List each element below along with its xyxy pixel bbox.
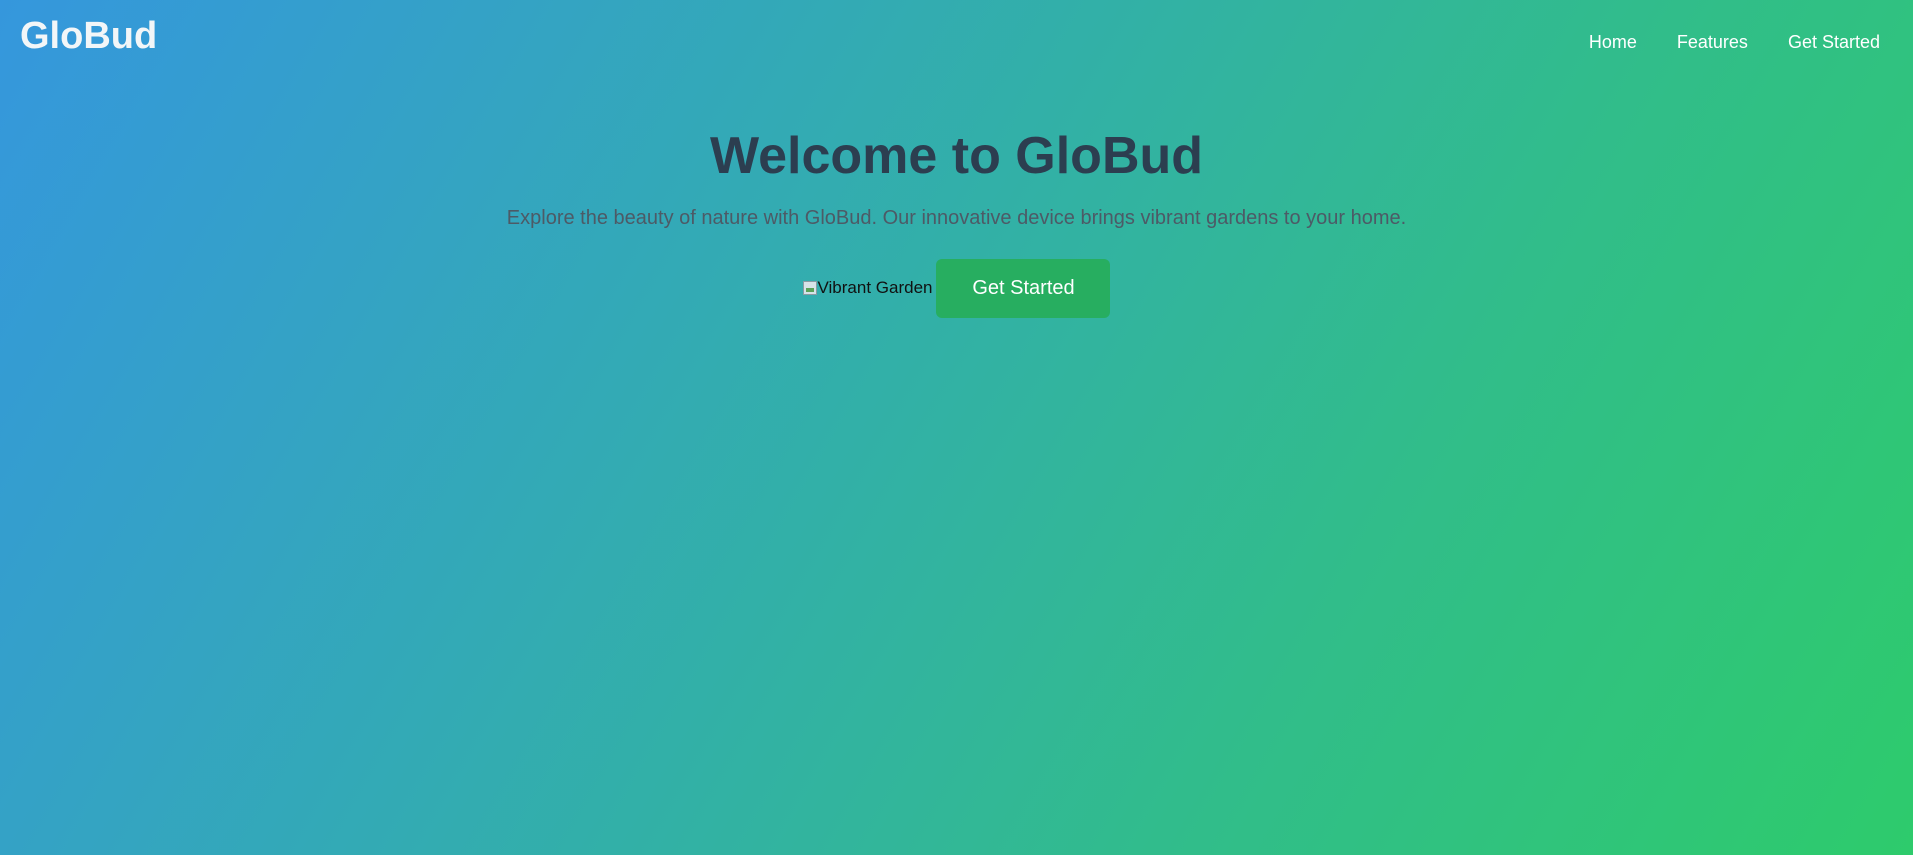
hero-cta-row: Vibrant Garden Get Started xyxy=(0,258,1913,318)
nav-link-home[interactable]: Home xyxy=(1589,32,1637,53)
garden-image: Vibrant Garden xyxy=(802,258,933,318)
hero-title: Welcome to GloBud xyxy=(709,127,1204,185)
site-logo[interactable]: GloBud xyxy=(20,15,157,58)
nav-link-features[interactable]: Features xyxy=(1677,32,1748,53)
broken-image-icon xyxy=(802,281,817,295)
site-header: GloBud Home Features Get Started xyxy=(0,0,1913,80)
hero-subtitle: Explore the beauty of nature with GloBud… xyxy=(506,207,1407,229)
hero-section: Welcome to GloBud Explore the beauty of … xyxy=(0,120,1913,318)
get-started-button[interactable]: Get Started xyxy=(936,258,1111,318)
garden-image-alt-text: Vibrant Garden xyxy=(817,278,933,297)
main-nav: Home Features Get Started xyxy=(1589,32,1880,53)
nav-link-get-started[interactable]: Get Started xyxy=(1788,32,1880,53)
